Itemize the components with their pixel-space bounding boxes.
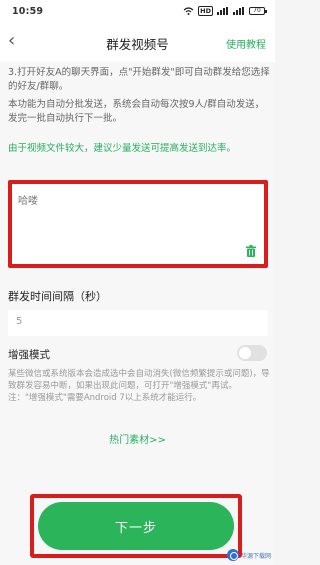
nav-bar: ‹ 群发视频号 使用教程 [0,22,275,62]
signal-icon-2 [233,7,245,15]
status-time: 10:59 [12,5,44,17]
main-content: 3.打开好友A的聊天界面，点"开始群发"即可自动群发给您选择的好友/群聊。 本功… [0,62,275,565]
status-icons: HD 70 [183,6,267,16]
enhance-desc-2: 注："增强模式"需要Android 7以上系统才能运行。 [8,393,202,403]
enhance-mode-description: 某些微信或系统版本会造成选中会自动消失(微信频繁提示或问题)，导致群发容易中断，… [8,368,270,404]
tip-size-notice: 由于视频文件较大，建议少量发送可提高发送到达率。 [8,143,237,154]
watermark-text: 华源下载网 [240,552,271,560]
hot-material-link[interactable]: 热门素材>> [0,431,275,446]
tutorial-link[interactable]: 使用教程 [226,36,266,51]
wifi-icon [183,7,194,15]
interval-input[interactable]: 5 [8,310,268,336]
tip-step3: 3.打开好友A的聊天界面，点"开始群发"即可自动群发给您选择的好友/群聊。 [8,67,270,92]
enhance-desc-1: 某些微信或系统版本会造成选中会自动消失(微信频繁提示或问题)，导致群发容易中断，… [8,369,270,391]
enhance-mode-toggle[interactable] [237,345,267,361]
message-textarea[interactable]: 哈喽 [12,184,264,264]
trash-icon[interactable] [246,245,256,257]
hd-icon: HD [198,6,213,16]
battery-icon: 70 [249,7,267,15]
interval-value: 5 [16,316,23,327]
enhance-mode-label: 增强模式 [8,349,50,361]
tip-auto-batch: 本功能为自动分批发送，系统会自动每次按9人/群自动发送，发完一批自动执行下一批。 [8,99,265,124]
signal-icon [217,7,229,15]
watermark: 华源下载网 [226,549,271,561]
watermark-logo-icon [226,549,239,561]
message-text: 哈喽 [18,196,38,207]
next-step-button[interactable]: 下一步 [38,502,234,550]
interval-label: 群发时间间隔（秒） [8,290,107,303]
status-bar: 10:59 HD 70 [0,0,275,22]
